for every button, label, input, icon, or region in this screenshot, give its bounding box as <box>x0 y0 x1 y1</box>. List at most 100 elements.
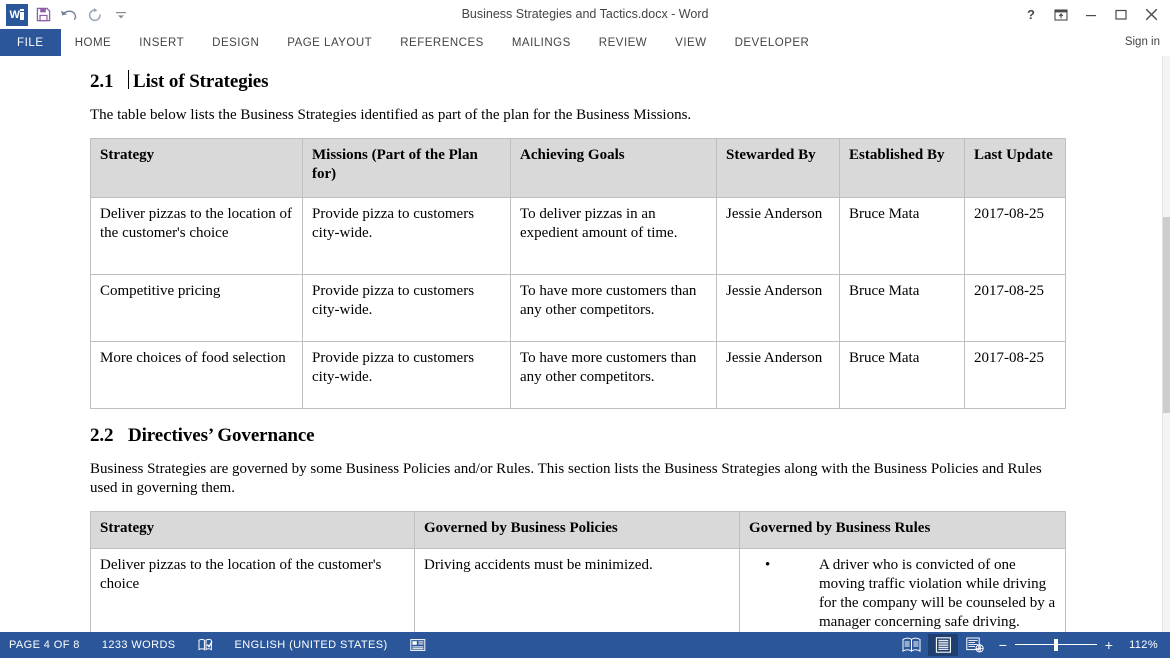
help-glyph: ? <box>1027 7 1035 22</box>
cell-strategy: Deliver pizzas to the location of the cu… <box>91 198 303 275</box>
table-header-row: Strategy Missions (Part of the Plan for)… <box>91 139 1066 198</box>
title-bar: W <box>0 0 1170 29</box>
table-row: Competitive pricing Provide pizza to cus… <box>91 275 1066 342</box>
customize-quick-access-icon[interactable] <box>108 3 134 27</box>
zoom-control: − + <box>991 638 1123 652</box>
document-content: 2.1 List of Strategies The table below l… <box>90 68 1065 632</box>
zoom-level-label[interactable]: 112% <box>1123 639 1170 651</box>
table-row: More choices of food selection Provide p… <box>91 342 1066 409</box>
section-intro-paragraph: The table below lists the Business Strat… <box>90 106 1065 125</box>
column-header-stewarded-by: Stewarded By <box>717 139 840 198</box>
scrollbar-thumb[interactable] <box>1163 217 1170 413</box>
column-header-missions: Missions (Part of the Plan for) <box>303 139 511 198</box>
tab-insert[interactable]: INSERT <box>125 29 198 56</box>
bullet-icon: • <box>765 556 770 575</box>
word-app-icon: W <box>4 3 30 27</box>
column-header-strategy: Strategy <box>91 139 303 198</box>
list-item-label: A driver who is convicted of one moving … <box>819 557 1055 630</box>
cell-last-update: 2017-08-25 <box>965 198 1066 275</box>
status-bar-right: − + 112% <box>895 632 1170 658</box>
document-page: 2.1 List of Strategies The table below l… <box>0 56 1163 632</box>
section-number: 2.2 <box>90 425 128 447</box>
document-area[interactable]: 2.1 List of Strategies The table below l… <box>0 56 1170 632</box>
status-bar: PAGE 4 OF 8 1233 WORDS ENGLISH (UNITED S… <box>0 632 1170 658</box>
cell-missions: Provide pizza to customers city-wide. <box>303 275 511 342</box>
ribbon-display-options-icon[interactable] <box>1046 3 1076 27</box>
text-cursor <box>128 70 129 89</box>
cell-missions: Provide pizza to customers city-wide. <box>303 198 511 275</box>
minimize-icon[interactable] <box>1076 3 1106 27</box>
tab-review[interactable]: REVIEW <box>585 29 661 56</box>
redo-icon[interactable] <box>82 3 108 27</box>
cell-rules: • A driver who is convicted of one movin… <box>740 549 1066 633</box>
tab-home[interactable]: HOME <box>61 29 126 56</box>
cell-missions: Provide pizza to customers city-wide. <box>303 342 511 409</box>
cell-stewarded-by: Jessie Anderson <box>717 198 840 275</box>
cell-achieving-goals: To have more customers than any other co… <box>511 275 717 342</box>
section-heading-2-2: 2.2 Directives’ Governance <box>90 425 1065 447</box>
zoom-slider[interactable] <box>1015 638 1097 652</box>
tab-developer[interactable]: DEVELOPER <box>721 29 824 56</box>
zoom-out-button[interactable]: − <box>995 638 1011 652</box>
save-icon[interactable] <box>30 3 56 27</box>
strategies-table: Strategy Missions (Part of the Plan for)… <box>90 138 1066 409</box>
rules-bullet-list: • A driver who is convicted of one movin… <box>749 556 1056 632</box>
table-row: Deliver pizzas to the location of the cu… <box>91 549 1066 633</box>
tab-design[interactable]: DESIGN <box>198 29 273 56</box>
list-item: • A driver who is convicted of one movin… <box>765 556 1056 632</box>
zoom-slider-thumb[interactable] <box>1054 639 1058 651</box>
undo-icon[interactable] <box>56 3 82 27</box>
tab-page-layout[interactable]: PAGE LAYOUT <box>273 29 386 56</box>
cell-strategy: More choices of food selection <box>91 342 303 409</box>
table-row: Deliver pizzas to the location of the cu… <box>91 198 1066 275</box>
cell-last-update: 2017-08-25 <box>965 342 1066 409</box>
macro-recording-icon[interactable] <box>399 632 437 658</box>
column-header-achieving-goals: Achieving Goals <box>511 139 717 198</box>
cell-strategy: Competitive pricing <box>91 275 303 342</box>
section-intro-paragraph: Business Strategies are governed by some… <box>90 460 1065 498</box>
view-web-layout-icon[interactable] <box>960 634 990 656</box>
sign-in-link[interactable]: Sign in <box>1125 29 1160 56</box>
close-icon[interactable] <box>1136 3 1166 27</box>
cell-policies: Driving accidents must be minimized. <box>415 549 740 633</box>
page-title: List of Strategies <box>133 71 268 93</box>
cell-stewarded-by: Jessie Anderson <box>717 275 840 342</box>
vertical-scrollbar[interactable] <box>1162 56 1170 632</box>
section-heading-2-1: 2.1 List of Strategies <box>90 68 1065 93</box>
proofing-errors-icon[interactable] <box>187 632 224 658</box>
word-window: W <box>0 0 1170 658</box>
column-header-last-update: Last Update <box>965 139 1066 198</box>
governance-table: Strategy Governed by Business Policies G… <box>90 511 1066 632</box>
cell-last-update: 2017-08-25 <box>965 275 1066 342</box>
status-language[interactable]: ENGLISH (UNITED STATES) <box>224 632 399 658</box>
view-read-mode-icon[interactable] <box>896 634 926 656</box>
section-title: Directives’ Governance <box>128 425 315 447</box>
column-header-governed-by-policies: Governed by Business Policies <box>415 512 740 549</box>
help-icon[interactable]: ? <box>1016 3 1046 27</box>
maximize-icon[interactable] <box>1106 3 1136 27</box>
column-header-strategy: Strategy <box>91 512 415 549</box>
status-word-count[interactable]: 1233 WORDS <box>91 632 187 658</box>
cell-achieving-goals: To have more customers than any other co… <box>511 342 717 409</box>
cell-established-by: Bruce Mata <box>840 342 965 409</box>
section-number: 2.1 <box>90 71 128 93</box>
tab-references[interactable]: REFERENCES <box>386 29 498 56</box>
tab-mailings[interactable]: MAILINGS <box>498 29 585 56</box>
cell-achieving-goals: To deliver pizzas in an expedient amount… <box>511 198 717 275</box>
quick-access-toolbar: W <box>0 0 134 29</box>
cell-stewarded-by: Jessie Anderson <box>717 342 840 409</box>
cell-strategy: Deliver pizzas to the location of the cu… <box>91 549 415 633</box>
window-controls: ? <box>1016 0 1166 29</box>
cell-established-by: Bruce Mata <box>840 198 965 275</box>
status-page-number[interactable]: PAGE 4 OF 8 <box>0 632 91 658</box>
tab-file[interactable]: FILE <box>0 29 61 56</box>
ribbon-tab-bar: FILE HOME INSERT DESIGN PAGE LAYOUT REFE… <box>0 29 1170 56</box>
column-header-governed-by-rules: Governed by Business Rules <box>740 512 1066 549</box>
column-header-established-by: Established By <box>840 139 965 198</box>
zoom-in-button[interactable]: + <box>1101 638 1117 652</box>
window-title: Business Strategies and Tactics.docx - W… <box>0 0 1170 29</box>
tab-view[interactable]: VIEW <box>661 29 720 56</box>
table-header-row: Strategy Governed by Business Policies G… <box>91 512 1066 549</box>
view-print-layout-icon[interactable] <box>928 634 958 656</box>
cell-established-by: Bruce Mata <box>840 275 965 342</box>
